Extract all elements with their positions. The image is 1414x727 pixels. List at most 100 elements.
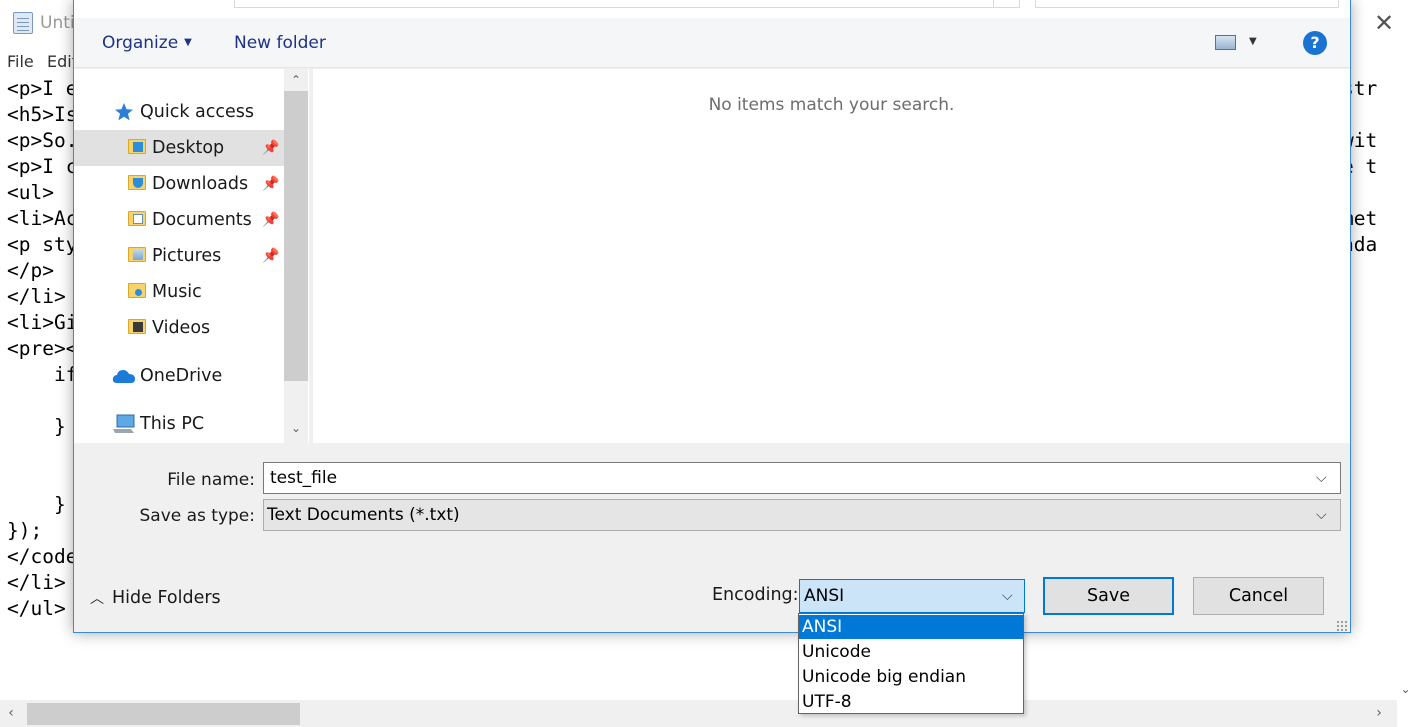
text-line: if	[7, 363, 78, 386]
address-field[interactable]	[234, 0, 994, 8]
scroll-down-icon[interactable]: ⌄	[1400, 683, 1411, 695]
hide-folders-button[interactable]: ︿ Hide Folders	[90, 588, 221, 608]
music-folder-icon	[128, 283, 146, 298]
videos-folder-icon	[128, 319, 146, 334]
refresh-button[interactable]	[992, 0, 1020, 8]
pin-icon[interactable]: 📌	[262, 130, 279, 166]
nav-label: Quick access	[140, 102, 255, 122]
notepad-title: Unti	[40, 13, 75, 33]
text-line: });	[7, 519, 43, 542]
scroll-right-icon[interactable]: ›	[1372, 706, 1386, 720]
star-icon	[115, 103, 133, 121]
encoding-dropdown-list: ANSI Unicode Unicode big endian UTF-8	[798, 613, 1024, 714]
text-line: <ul>	[7, 181, 54, 204]
nav-item-pictures[interactable]: Pictures 📌	[74, 238, 284, 274]
close-icon[interactable]: ✕	[1370, 8, 1398, 38]
text-line: </li>	[7, 571, 66, 594]
encoding-option-unicode[interactable]: Unicode	[799, 640, 1023, 664]
navigation-pane: Quick access Desktop 📌 Downloads 📌 Docum…	[74, 69, 309, 443]
pin-icon[interactable]: 📌	[262, 166, 279, 202]
horizontal-scroll-thumb[interactable]	[27, 703, 300, 725]
nav-label: This PC	[140, 414, 205, 434]
view-icon	[1215, 35, 1236, 50]
file-list-pane[interactable]: No items match your search.	[313, 69, 1350, 443]
organize-label: Organize	[102, 33, 179, 53]
pin-icon[interactable]: 📌	[262, 238, 279, 274]
empty-search-message: No items match your search.	[708, 95, 955, 115]
scroll-left-icon[interactable]: ‹	[4, 706, 18, 720]
chevron-down-icon[interactable]: ⌵	[1316, 470, 1327, 486]
cancel-button[interactable]: Cancel	[1193, 577, 1324, 615]
save-button[interactable]: Save	[1043, 577, 1174, 615]
text-line: }	[7, 493, 66, 516]
text-line: </li>	[7, 285, 66, 308]
text-line: <h5>Is	[7, 103, 78, 126]
nav-item-onedrive[interactable]: OneDrive	[74, 358, 284, 394]
search-input[interactable]	[1035, 0, 1339, 8]
nav-item-documents[interactable]: Documents 📌	[74, 202, 284, 238]
documents-folder-icon	[128, 211, 146, 226]
nav-item-music[interactable]: Music	[74, 274, 284, 310]
change-view-button[interactable]: ▼	[1215, 34, 1261, 52]
downloads-folder-icon	[128, 175, 146, 190]
save-as-type-select[interactable]: Text Documents (*.txt)	[263, 499, 1341, 531]
navigation-scrollbar[interactable]: ⌃ ⌄	[284, 69, 308, 443]
menu-file[interactable]: File	[7, 52, 34, 71]
file-name-label: File name:	[167, 470, 255, 490]
nav-label: Documents	[152, 210, 252, 230]
nav-label: Music	[152, 282, 202, 302]
hide-folders-label: Hide Folders	[112, 588, 221, 608]
notepad-vertical-scrollbar[interactable]: ⌄	[1397, 76, 1414, 700]
resize-grip-icon[interactable]	[1336, 620, 1348, 632]
file-name-input[interactable]: test_file	[263, 462, 1341, 494]
notepad-app-icon	[13, 12, 33, 34]
text-line: </code	[7, 545, 78, 568]
text-line: </p>	[7, 259, 54, 282]
text-line: <p>I e	[7, 77, 78, 100]
text-line: <li>Ac	[7, 207, 78, 230]
scroll-up-icon[interactable]: ⌃	[290, 73, 302, 87]
nav-item-quick-access[interactable]: Quick access	[74, 94, 284, 130]
pin-icon[interactable]: 📌	[262, 202, 279, 238]
encoding-option-ansi[interactable]: ANSI	[799, 615, 1023, 639]
save-as-type-label: Save as type:	[139, 506, 255, 526]
nav-label: Desktop	[152, 138, 225, 158]
encoding-label: Encoding:	[712, 585, 799, 605]
nav-label: Videos	[152, 318, 211, 338]
navigation-scroll-thumb[interactable]	[284, 91, 308, 381]
text-line: }	[7, 415, 66, 438]
text-line: <pre><	[7, 337, 78, 360]
notepad-horizontal-scrollbar[interactable]: ‹ ›	[0, 700, 1397, 727]
dialog-toolbar: Organize ▼ New folder ▼ ?	[74, 18, 1350, 68]
pictures-folder-icon	[128, 247, 146, 262]
chevron-down-icon[interactable]: ⌵	[1002, 588, 1013, 604]
address-bar-row	[74, 0, 1350, 18]
nav-item-videos[interactable]: Videos	[74, 310, 284, 346]
text-line: <p>So.	[7, 129, 78, 152]
text-line: <p sty	[7, 233, 78, 256]
chevron-up-icon: ︿	[90, 591, 104, 607]
encoding-option-unicode-big-endian[interactable]: Unicode big endian	[799, 665, 1023, 689]
text-line: </ul>	[7, 597, 66, 620]
cloud-icon	[112, 370, 135, 383]
text-line: <p>I c	[7, 155, 78, 178]
scroll-down-icon[interactable]: ⌄	[290, 421, 302, 435]
organize-button[interactable]: Organize ▼	[102, 33, 192, 53]
nav-item-desktop[interactable]: Desktop 📌	[74, 130, 284, 166]
save-as-dialog: Organize ▼ New folder ▼ ? Quick access De…	[73, 0, 1351, 633]
nav-label: Downloads	[152, 174, 249, 194]
chevron-down-icon[interactable]: ⌵	[1316, 507, 1327, 523]
encoding-option-utf8[interactable]: UTF-8	[799, 690, 1023, 714]
help-button[interactable]: ?	[1303, 31, 1327, 55]
new-folder-button[interactable]: New folder	[234, 33, 326, 53]
computer-icon	[113, 414, 135, 433]
nav-item-downloads[interactable]: Downloads 📌	[74, 166, 284, 202]
chevron-down-icon: ▼	[1249, 36, 1257, 47]
nav-item-this-pc[interactable]: This PC	[74, 406, 284, 442]
desktop-folder-icon	[128, 139, 146, 154]
encoding-select[interactable]: ANSI	[799, 579, 1025, 613]
chevron-down-icon: ▼	[184, 37, 192, 48]
nav-label: Pictures	[152, 246, 222, 266]
text-line: <li>Gi	[7, 311, 78, 334]
nav-label: OneDrive	[140, 366, 223, 386]
